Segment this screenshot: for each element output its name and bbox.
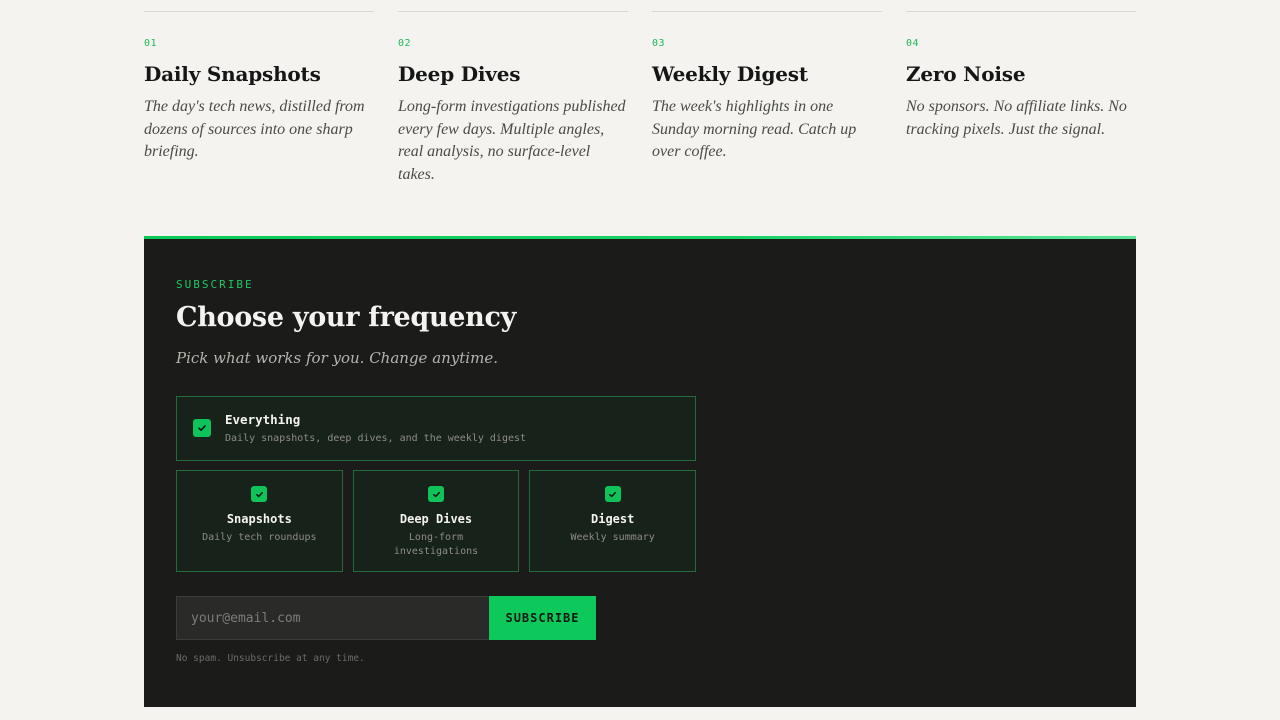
feature-title: Deep Dives [398, 62, 521, 86]
panel-title: Choose your frequency [176, 302, 517, 333]
check-icon[interactable] [428, 486, 444, 502]
option-title: Everything [225, 412, 301, 427]
feature-number: 02 [398, 38, 412, 49]
feature-description: The day's tech news, distilled from doze… [144, 98, 365, 160]
feature-description: No sponsors. No affiliate links. No trac… [906, 98, 1127, 138]
accent-bar [144, 236, 1136, 239]
fine-print: No spam. Unsubscribe at any time. [176, 653, 365, 664]
subscribe-button[interactable]: SUBSCRIBE [489, 596, 596, 640]
check-icon[interactable] [251, 486, 268, 502]
feature-weekly-digest: 03 Weekly Digest The week's highlights i… [652, 11, 882, 186]
feature-title: Daily Snapshots [144, 62, 321, 86]
subscribe-eyebrow: SUBSCRIBE [176, 278, 254, 291]
option-digest[interactable]: Digest Weekly summary [529, 470, 697, 572]
feature-number: 03 [652, 38, 666, 49]
option-description: Daily snapshots, deep dives, and the wee… [225, 433, 527, 444]
option-title: Deep Dives [399, 512, 473, 526]
option-description: Weekly summary [570, 532, 655, 543]
feature-number: 01 [144, 38, 158, 49]
check-icon[interactable] [193, 419, 211, 437]
feature-title: Weekly Digest [652, 62, 808, 86]
subscribe-panel: SUBSCRIBE Choose your frequency Pick wha… [144, 236, 1136, 707]
feature-daily-snapshots: 01 Daily Snapshots The day's tech news, … [144, 11, 374, 186]
email-input[interactable] [176, 596, 489, 640]
feature-number: 04 [906, 38, 920, 49]
option-description: Daily tech roundups [202, 532, 317, 543]
option-snapshots[interactable]: Snapshots Daily tech roundups [176, 470, 343, 572]
signup-form: SUBSCRIBE [176, 596, 596, 640]
option-everything[interactable]: Everything Daily snapshots, deep dives, … [176, 396, 696, 461]
features-row: 01 Daily Snapshots The day's tech news, … [144, 0, 1136, 186]
option-description: Long-form investigations [393, 532, 479, 557]
frequency-options: Snapshots Daily tech roundups Deep Dives… [176, 470, 697, 572]
feature-title: Zero Noise [906, 62, 1026, 86]
option-title: Digest [591, 512, 635, 526]
check-icon[interactable] [604, 486, 621, 502]
feature-zero-noise: 04 Zero Noise No sponsors. No affiliate … [906, 11, 1136, 186]
feature-description: Long-form investigations published every… [398, 98, 626, 183]
feature-description: The week's highlights in one Sunday morn… [652, 98, 857, 160]
panel-subtitle: Pick what works for you. Change anytime. [176, 349, 498, 367]
option-deep-dives[interactable]: Deep Dives Long-form investigations [352, 470, 520, 572]
option-title: Snapshots [226, 512, 292, 526]
feature-deep-dives: 02 Deep Dives Long-form investigations p… [398, 11, 628, 186]
